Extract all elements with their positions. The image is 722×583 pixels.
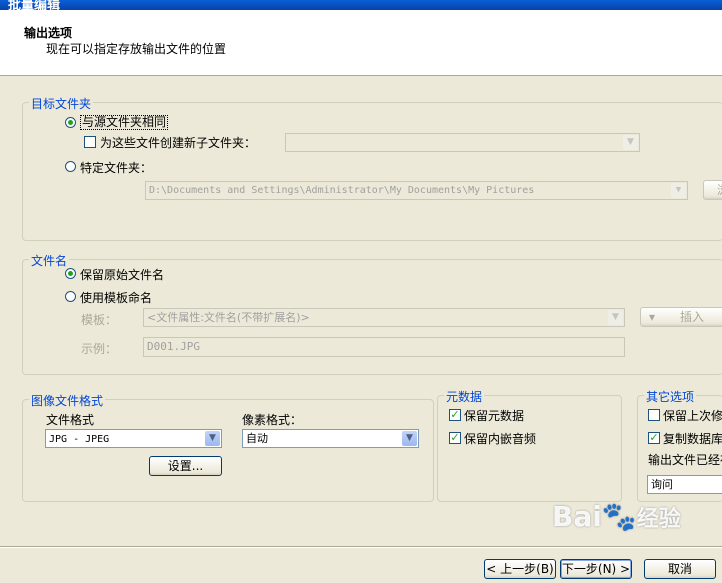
same-as-source-label[interactable]: 与源文件夹相同: [80, 115, 169, 130]
example-label: 示例：: [81, 342, 118, 356]
chevron-down-icon: ▼: [205, 431, 220, 446]
wizard-header: 输出选项 现在可以指定存放输出文件的位置: [0, 10, 722, 76]
keep-metadata-checkbox[interactable]: ✓: [449, 409, 461, 421]
copy-database-checkbox[interactable]: ✓: [648, 432, 660, 444]
subfolder-combo[interactable]: ▼: [285, 133, 640, 152]
copy-database-label: 复制数据库: [663, 432, 722, 446]
output-exists-select[interactable]: 询问: [647, 475, 722, 494]
file-format-select[interactable]: JPG - JPEG ▼: [45, 429, 222, 448]
insert-button[interactable]: ▾ 插入: [640, 307, 722, 327]
cancel-button[interactable]: 取消: [644, 559, 716, 579]
watermark: Bai🐾经验: [552, 500, 681, 533]
create-subfolder-label: 为这些文件创建新子文件夹：: [100, 136, 257, 150]
same-as-source-radio[interactable]: [65, 117, 76, 128]
create-subfolder-checkbox[interactable]: [84, 136, 96, 148]
image-format-legend: 图像文件格式: [29, 392, 106, 409]
file-format-value: JPG - JPEG: [49, 434, 110, 445]
template-combo[interactable]: <文件属性:文件名(不带扩展名)> ▼: [143, 308, 625, 327]
folder-path-combo[interactable]: D:\Documents and Settings\Administrator\…: [145, 181, 688, 200]
chevron-down-icon: ▼: [623, 135, 638, 150]
template-label: 模板：: [81, 313, 118, 327]
keep-audio-checkbox[interactable]: ✓: [449, 432, 461, 444]
keep-original-radio[interactable]: [65, 268, 76, 279]
keep-last-modified-checkbox[interactable]: [648, 409, 660, 421]
next-button[interactable]: 下一步(N) >: [560, 559, 632, 579]
pixel-format-value: 自动: [246, 432, 268, 445]
use-template-radio[interactable]: [65, 291, 76, 302]
insert-dropdown-icon: ▾: [649, 310, 656, 324]
example-field: D001.JPG: [143, 337, 625, 357]
keep-audio-label: 保留内嵌音频: [464, 432, 537, 446]
pixel-format-select[interactable]: 自动 ▼: [242, 429, 419, 448]
back-button[interactable]: < 上一步(B): [484, 559, 556, 579]
paw-icon: 🐾: [601, 500, 637, 533]
file-format-label: 文件格式: [46, 413, 95, 427]
target-folder-legend: 目标文件夹: [29, 95, 94, 112]
template-value: <文件属性:文件名(不带扩展名)>: [147, 311, 310, 324]
title-bar: 批量编辑: [0, 0, 722, 10]
other-options-legend: 其它选项: [644, 388, 697, 405]
filename-legend: 文件名: [29, 252, 70, 269]
output-exists-label: 输出文件已经存: [648, 453, 722, 467]
window-title: 批量编辑: [8, 0, 61, 10]
keep-original-label: 保留原始文件名: [80, 268, 165, 282]
keep-last-modified-label: 保留上次修: [663, 409, 722, 423]
keep-metadata-label: 保留元数据: [464, 409, 525, 423]
footer-separator: [0, 546, 722, 548]
chevron-down-icon: ▼: [671, 183, 686, 198]
header-title: 输出选项: [24, 26, 73, 40]
metadata-legend: 元数据: [444, 388, 485, 405]
folder-path-value: D:\Documents and Settings\Administrator\…: [149, 185, 535, 196]
pixel-format-label: 像素格式：: [242, 413, 303, 427]
header-subtitle: 现在可以指定存放输出文件的位置: [46, 42, 227, 56]
browse-button[interactable]: 浏: [703, 180, 722, 200]
use-template-label: 使用模板命名: [80, 291, 153, 305]
specific-folder-radio[interactable]: [65, 161, 76, 172]
specific-folder-label: 特定文件夹：: [80, 161, 153, 175]
settings-button[interactable]: 设置...: [149, 456, 222, 476]
chevron-down-icon: ▼: [608, 310, 623, 325]
output-exists-value: 询问: [651, 478, 673, 491]
chevron-down-icon: ▼: [402, 431, 417, 446]
